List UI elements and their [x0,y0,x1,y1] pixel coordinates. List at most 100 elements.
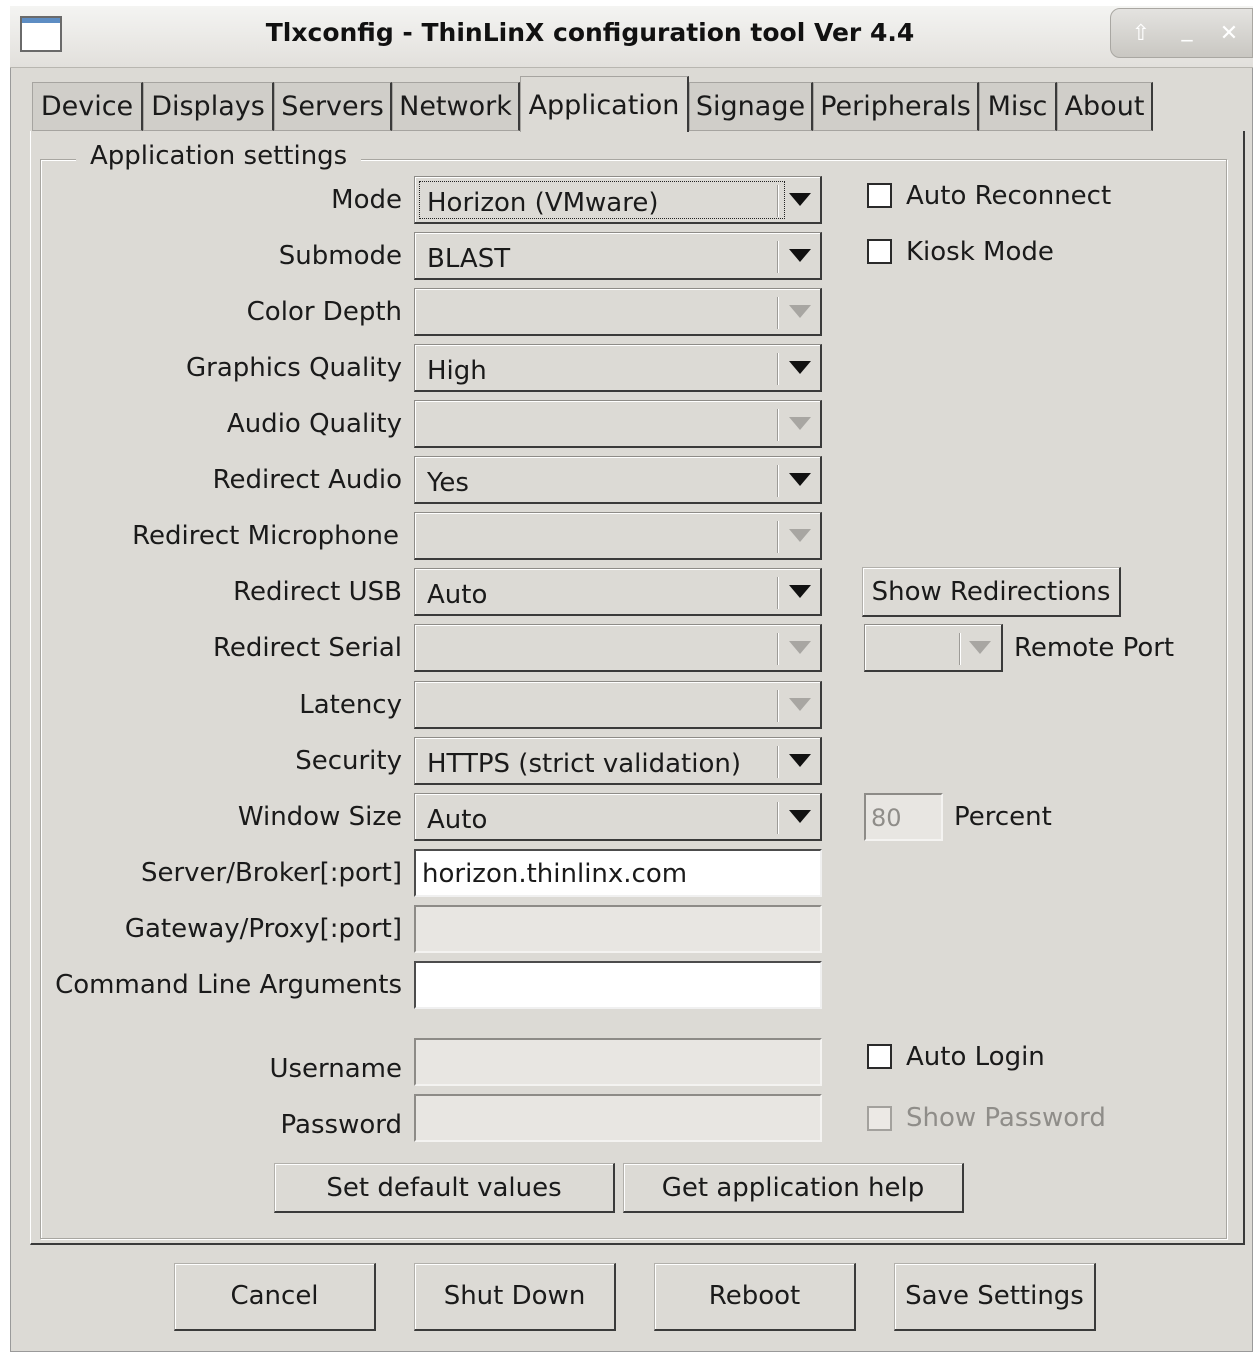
combo-separator [777,690,779,722]
color-depth-label: Color Depth [246,297,402,327]
submode-value: BLAST [427,244,511,274]
combo-separator [777,746,779,778]
tab-device[interactable]: Device [32,82,143,131]
window-title: Tlxconfig - ThinLinX configuration tool … [265,18,915,47]
redirect-audio-label: Redirect Audio [212,465,402,495]
redirect-microphone-value [419,517,785,555]
gateway-label: Gateway/Proxy[:port] [124,914,402,944]
chevron-down-icon[interactable] [789,810,811,823]
kiosk-mode-checkbox[interactable] [867,239,892,264]
redirect-audio-value: Yes [427,468,469,498]
chevron-down-icon[interactable] [789,361,811,374]
latency-select[interactable] [414,681,822,729]
security-select[interactable]: HTTPS (strict validation) [414,737,822,785]
remote-port-value [869,629,949,667]
mode-value: Horizon (VMware) [419,181,785,219]
color-depth-value [419,293,785,331]
window-size-select[interactable]: Auto [414,793,822,841]
up-arrow-icon[interactable]: ⇧ [1123,19,1159,49]
auto-reconnect-checkbox[interactable] [867,183,892,208]
window-icon[interactable] [20,16,62,52]
auto-reconnect-label[interactable]: Auto Reconnect [906,180,1111,212]
redirect-audio-select[interactable]: Yes [414,456,822,504]
combo-separator [959,633,961,665]
combo-separator [777,577,779,609]
cancel-button[interactable]: Cancel [174,1263,376,1331]
shut-down-button[interactable]: Shut Down [414,1263,616,1331]
graphics-quality-label: Graphics Quality [186,353,402,383]
chevron-down-icon[interactable] [969,641,991,654]
tab-network[interactable]: Network [392,82,520,131]
submode-label: Submode [278,241,402,271]
username-label: Username [269,1054,402,1084]
combo-separator [777,241,779,273]
redirect-serial-value [419,629,785,667]
minimize-icon[interactable]: _ [1169,15,1205,45]
chevron-down-icon[interactable] [789,473,811,486]
cmdline-input[interactable] [414,961,822,1009]
password-label: Password [280,1110,402,1140]
show-redirections-button[interactable]: Show Redirections [862,567,1121,617]
redirect-serial-select[interactable] [414,624,822,672]
show-password-label[interactable]: Show Password [906,1102,1106,1134]
window-size-label: Window Size [237,802,402,832]
audio-quality-select[interactable] [414,400,822,448]
chevron-down-icon[interactable] [789,417,811,430]
reboot-button[interactable]: Reboot [654,1263,856,1331]
tab-peripherals[interactable]: Peripherals [813,82,979,131]
audio-quality-value [419,405,785,443]
redirect-usb-label: Redirect USB [233,577,402,607]
chevron-down-icon[interactable] [789,585,811,598]
mode-label: Mode [331,185,402,215]
percent-label: Percent [954,802,1052,832]
redirect-usb-select[interactable]: Auto [414,568,822,616]
gateway-input[interactable] [414,905,822,953]
tab-application[interactable]: Application [520,76,689,132]
tab-misc[interactable]: Misc [979,82,1057,131]
get-application-help-button[interactable]: Get application help [623,1163,964,1213]
combo-separator [777,185,779,217]
combo-separator [777,633,779,665]
password-input[interactable] [414,1094,822,1142]
latency-label: Latency [299,690,402,720]
window-size-value: Auto [427,805,488,835]
color-depth-select[interactable] [414,288,822,336]
remote-port-label: Remote Port [1014,633,1175,663]
chevron-down-icon[interactable] [789,698,811,711]
chevron-down-icon[interactable] [789,249,811,262]
tab-signage[interactable]: Signage [689,82,813,131]
chevron-down-icon[interactable] [789,529,811,542]
percent-input[interactable]: 80 [864,793,943,841]
show-password-checkbox[interactable] [867,1106,892,1131]
close-icon[interactable]: ✕ [1211,19,1247,49]
tab-about[interactable]: About [1057,82,1153,131]
server-input[interactable]: horizon.thinlinx.com [414,849,822,897]
window-controls: ⇧ _ ✕ [1110,8,1253,58]
tab-servers[interactable]: Servers [274,82,392,131]
chevron-down-icon[interactable] [789,754,811,767]
group-title: Application settings [76,141,362,171]
kiosk-mode-label[interactable]: Kiosk Mode [906,236,1054,268]
redirect-microphone-select[interactable] [414,512,822,560]
redirect-usb-value: Auto [427,580,488,610]
redirect-microphone-label: Redirect Microphone [132,521,399,551]
latency-value [419,686,785,724]
mode-select[interactable]: Horizon (VMware) [414,176,822,224]
chevron-down-icon[interactable] [789,305,811,318]
chevron-down-icon[interactable] [789,641,811,654]
tab-displays[interactable]: Displays [143,82,274,131]
save-settings-button[interactable]: Save Settings [894,1263,1096,1331]
graphics-quality-select[interactable]: High [414,344,822,392]
combo-separator [777,465,779,497]
combo-separator [777,802,779,834]
auto-login-checkbox[interactable] [867,1044,892,1069]
combo-separator [777,353,779,385]
submode-select[interactable]: BLAST [414,232,822,280]
username-input[interactable] [414,1038,822,1086]
chevron-down-icon[interactable] [789,193,811,206]
set-default-values-button[interactable]: Set default values [274,1163,615,1213]
cmdline-label: Command Line Arguments [55,970,402,1000]
security-value: HTTPS (strict validation) [427,749,742,779]
remote-port-select[interactable] [864,624,1003,672]
auto-login-label[interactable]: Auto Login [906,1041,1045,1073]
